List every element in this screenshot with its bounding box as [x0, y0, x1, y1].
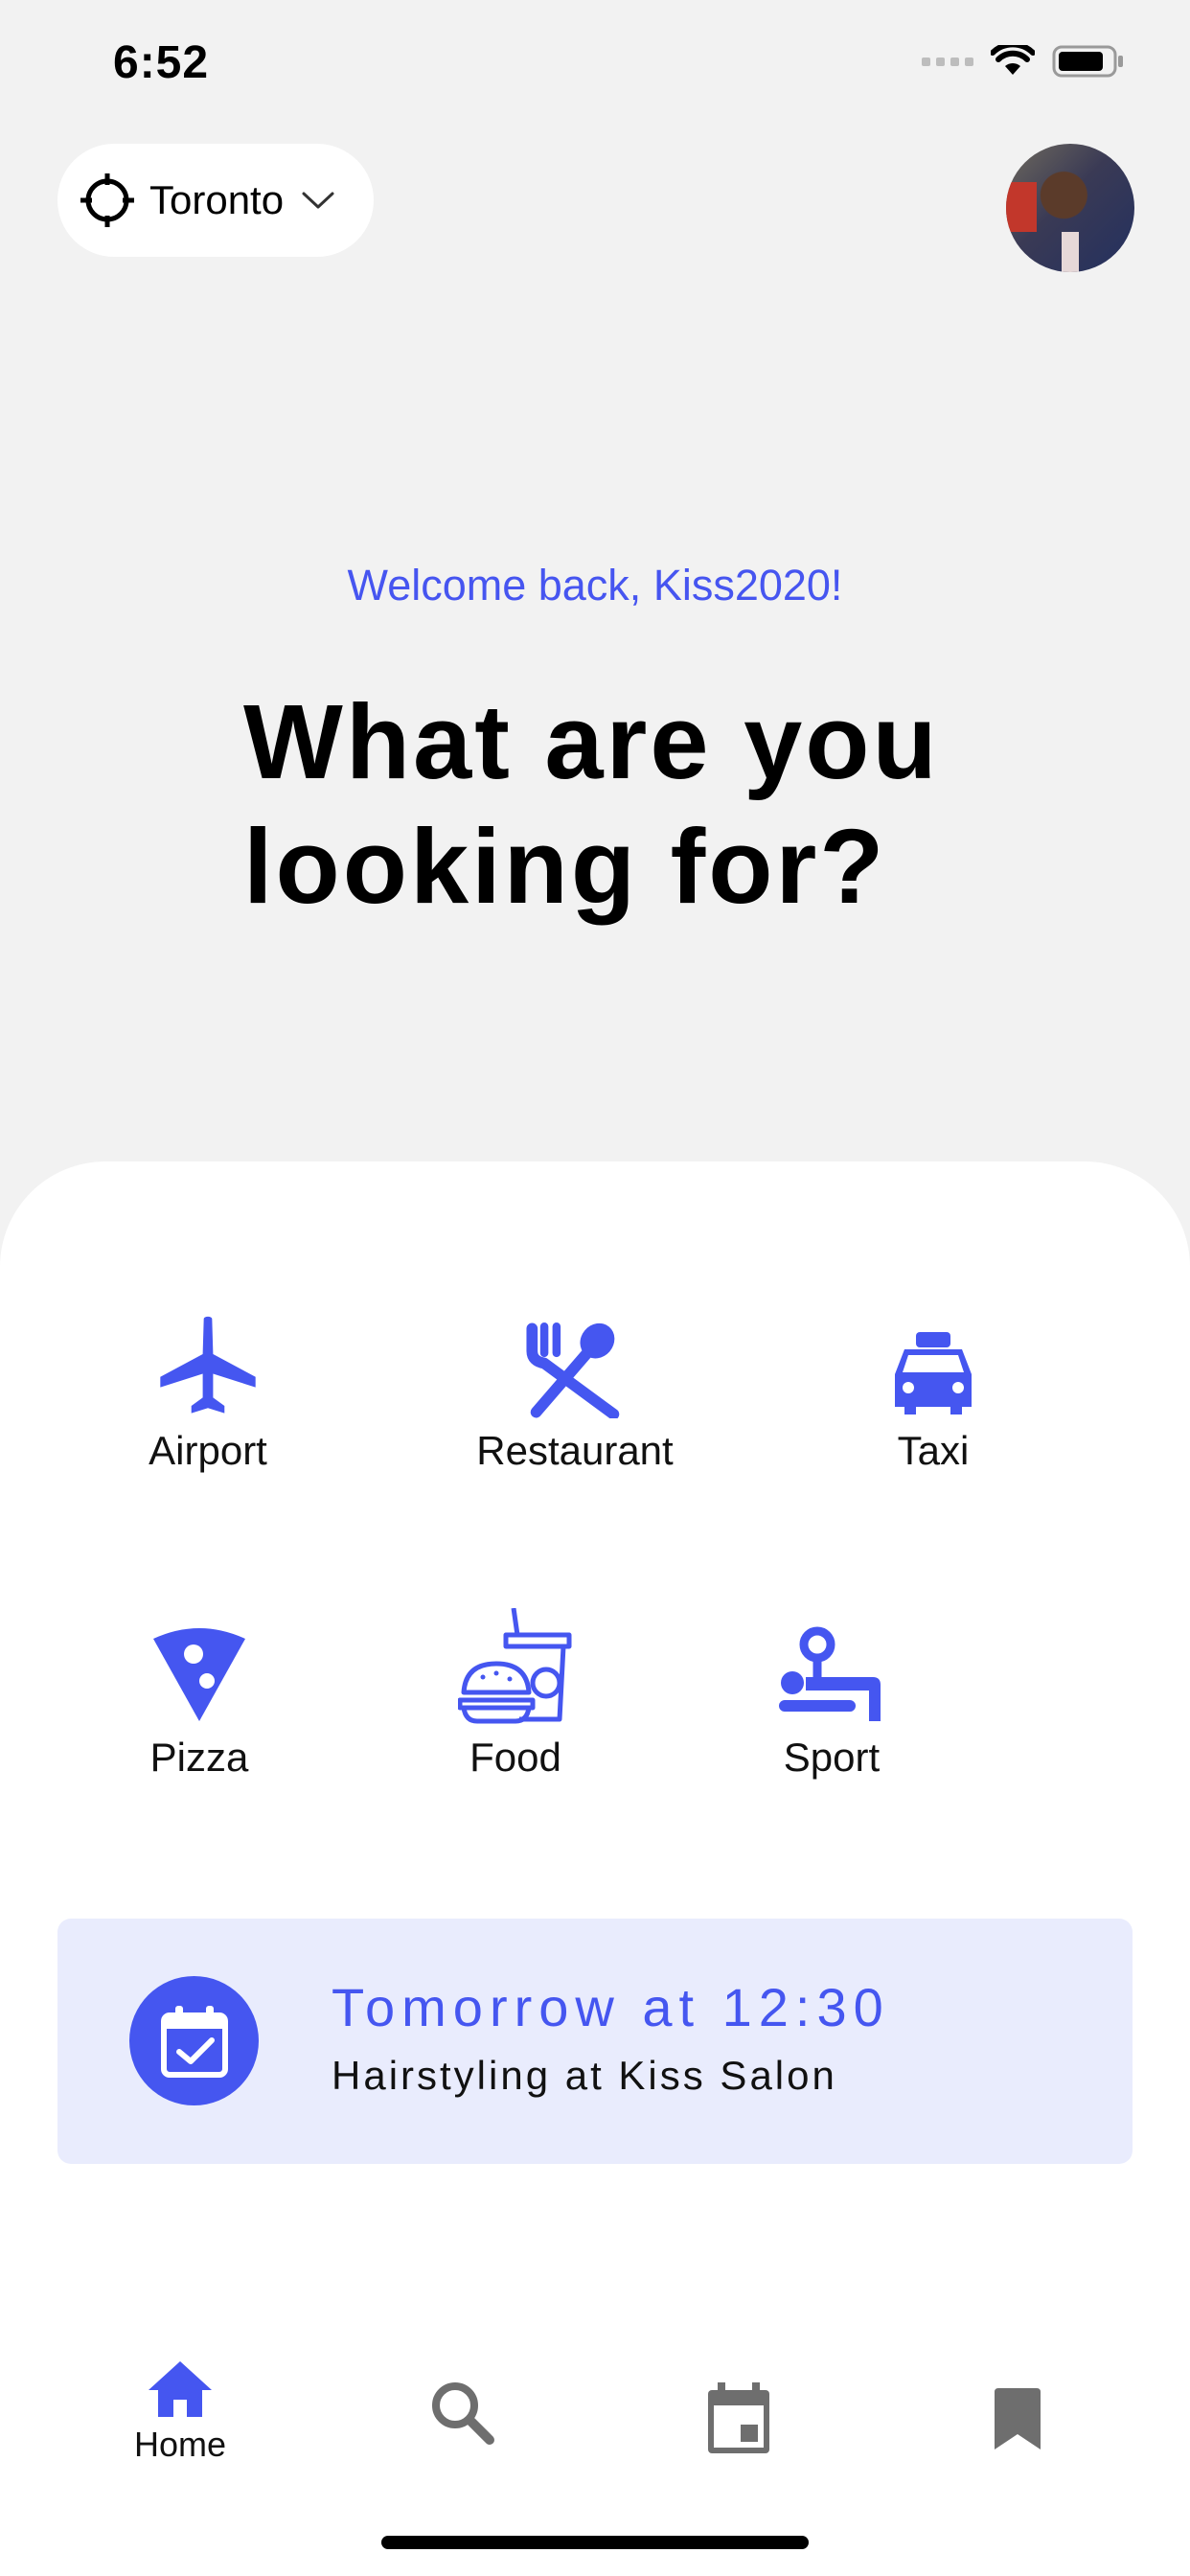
page-title: What are you looking for?: [243, 680, 1010, 930]
category-airport[interactable]: Airport: [74, 1303, 342, 1474]
fork-spoon-icon: [441, 1303, 709, 1418]
status-time: 6:52: [113, 37, 210, 88]
category-label: Pizza: [149, 1735, 249, 1780]
category-food[interactable]: Food: [381, 1608, 650, 1781]
nav-calendar[interactable]: [662, 2350, 815, 2455]
home-icon: [103, 2350, 257, 2419]
battery-icon: [1052, 45, 1123, 78]
appointment-description: Hairstyling at Kiss Salon: [332, 2053, 837, 2098]
chevron-down-icon: [301, 190, 335, 211]
headline-line-1: What are you: [243, 683, 940, 801]
nav-bookmarks[interactable]: [941, 2350, 1094, 2451]
calendar-icon: [662, 2350, 815, 2455]
nav-home[interactable]: Home: [103, 2350, 257, 2465]
exercise-icon: [698, 1610, 966, 1725]
category-label: Taxi: [897, 1428, 970, 1473]
bookmark-icon: [941, 2350, 1094, 2451]
upcoming-appointment-card[interactable]: Tomorrow at 12:30 Hairstyling at Kiss Sa…: [57, 1919, 1133, 2164]
calendar-check-icon: [129, 1976, 259, 2105]
crosshair-icon: [79, 172, 136, 229]
category-sport[interactable]: Sport: [698, 1610, 966, 1781]
taxi-icon: [799, 1303, 1067, 1418]
burger-drink-icon: [381, 1608, 650, 1725]
category-label: Airport: [149, 1428, 267, 1473]
nav-search[interactable]: [385, 2350, 538, 2446]
category-restaurant[interactable]: Restaurant: [441, 1303, 709, 1474]
location-selector[interactable]: Toronto: [57, 144, 374, 257]
home-indicator[interactable]: [381, 2536, 809, 2549]
airplane-icon: [74, 1303, 342, 1418]
cellular-signal-icon: [922, 57, 973, 66]
category-taxi[interactable]: Taxi: [799, 1303, 1067, 1474]
wifi-icon: [991, 45, 1035, 75]
category-label: Food: [469, 1735, 561, 1780]
category-label: Sport: [783, 1735, 881, 1780]
location-label: Toronto: [149, 177, 285, 222]
category-label: Restaurant: [476, 1428, 674, 1473]
status-icons: [922, 44, 1125, 79]
search-icon: [385, 2350, 538, 2446]
headline-line-2: looking for?: [243, 808, 887, 926]
avatar[interactable]: [1006, 144, 1134, 272]
category-pizza[interactable]: Pizza: [65, 1610, 333, 1781]
pizza-icon: [65, 1610, 333, 1725]
nav-home-label: Home: [133, 2425, 227, 2464]
appointment-time: Tomorrow at 12:30: [332, 1977, 890, 2037]
welcome-message: Welcome back, Kiss2020!: [347, 561, 843, 610]
